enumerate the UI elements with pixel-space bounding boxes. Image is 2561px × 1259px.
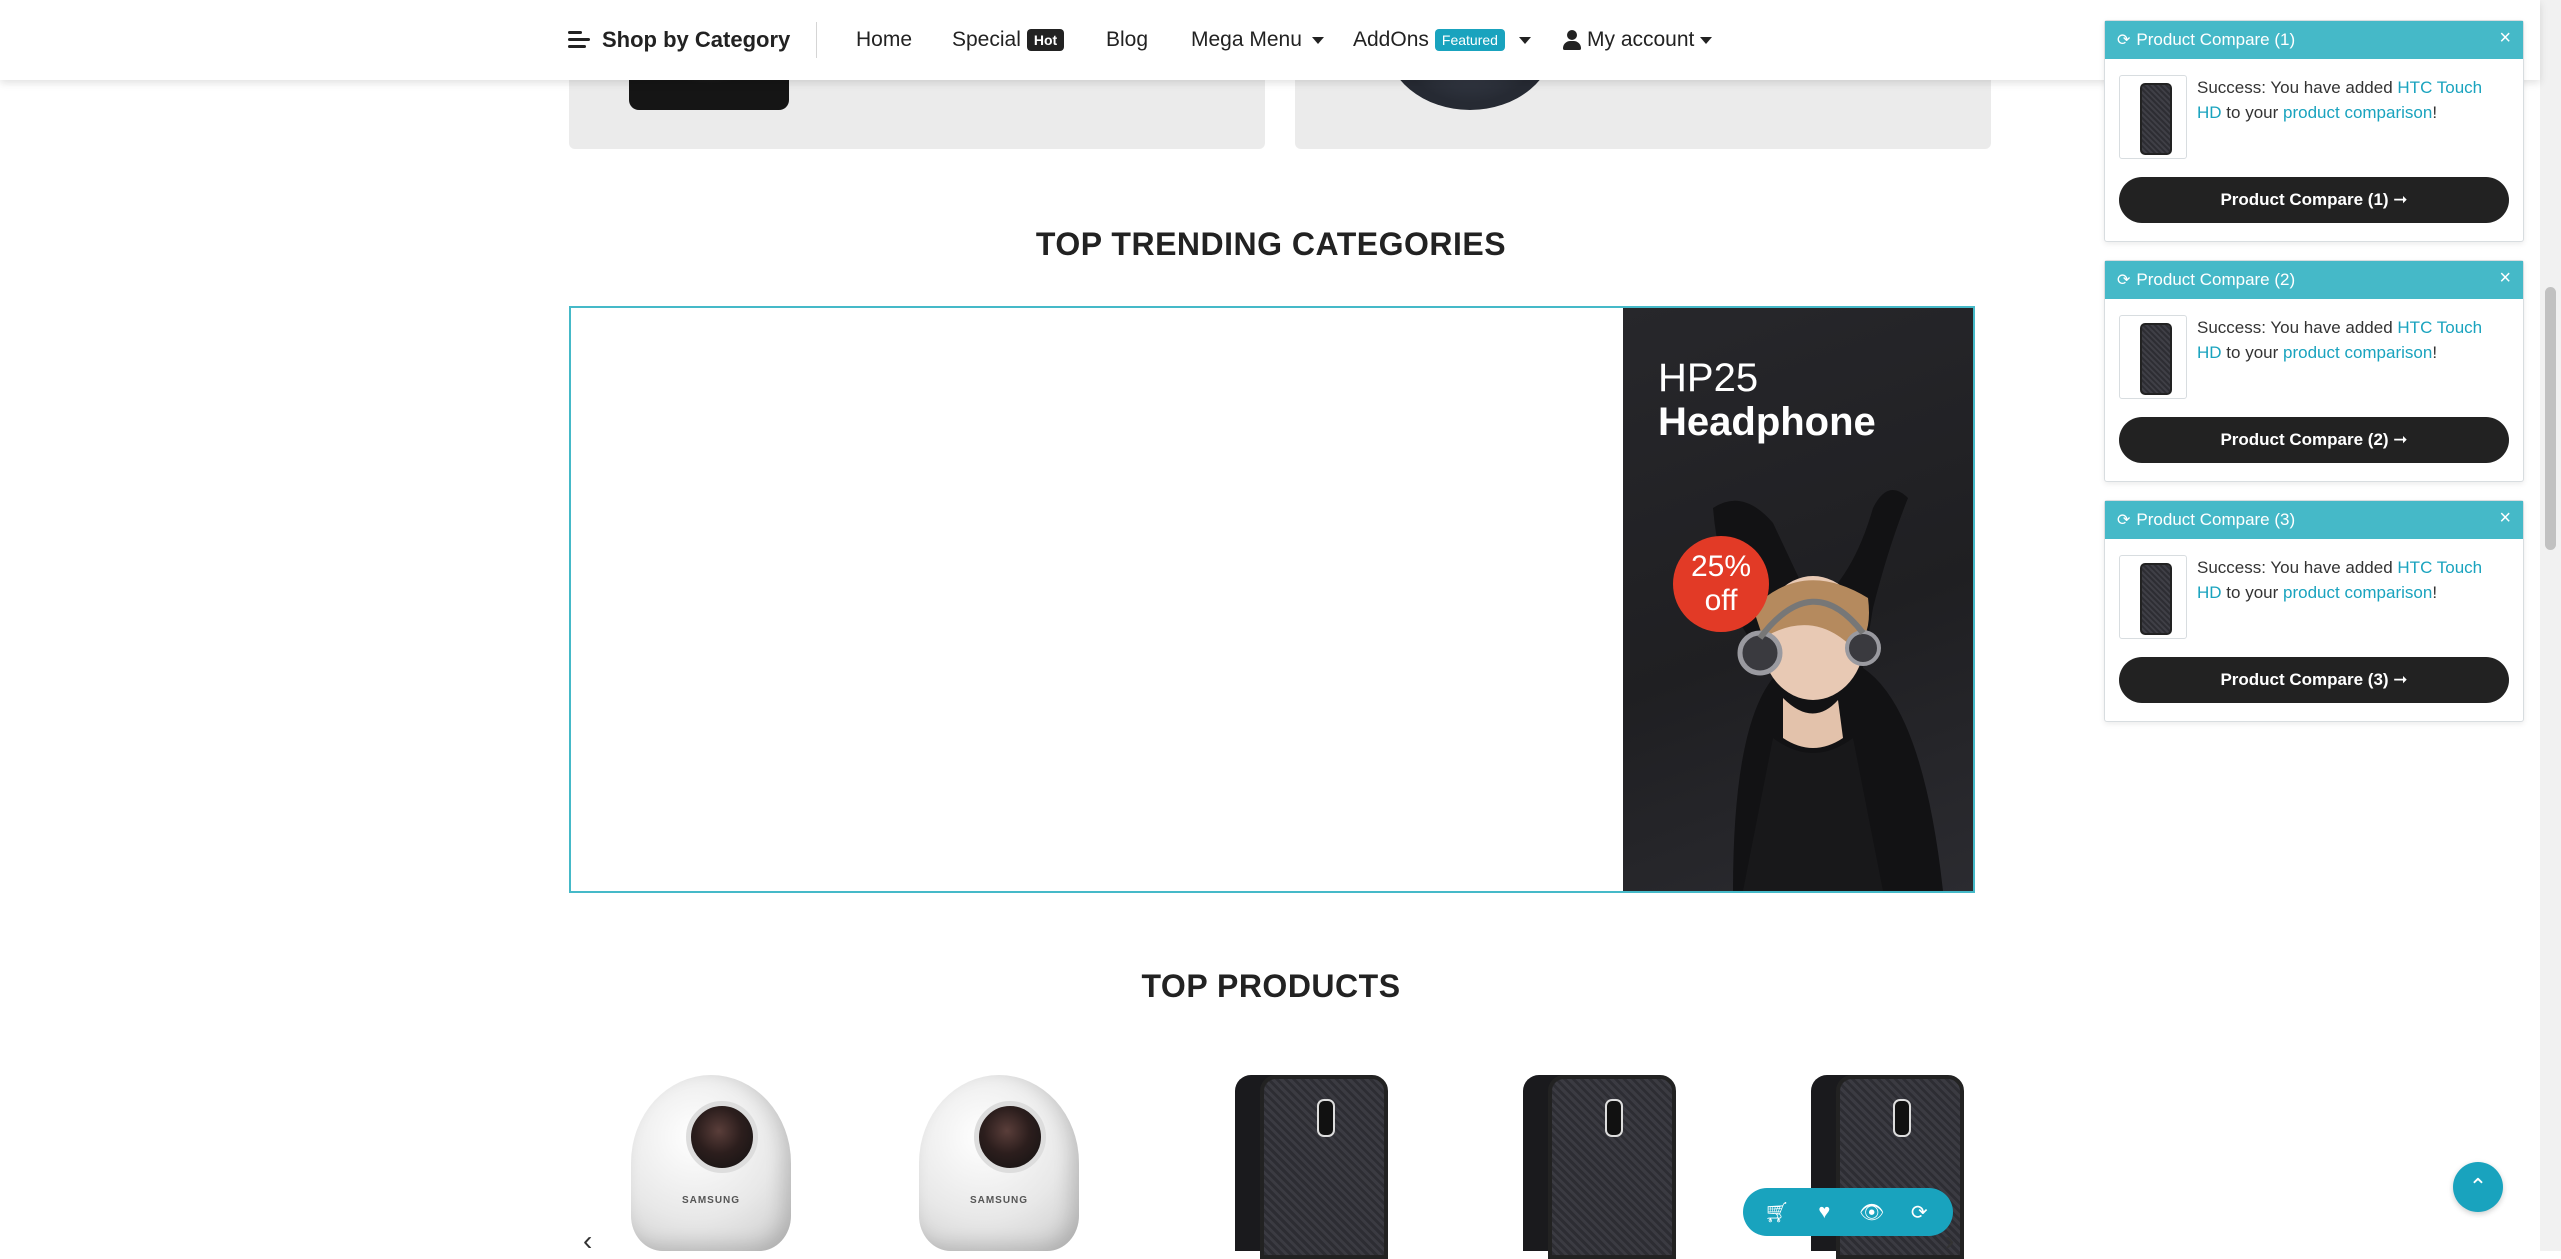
toast-message: Success: You have added HTC Touch HD to …: [2197, 75, 2509, 125]
user-icon: [1563, 30, 1581, 50]
sync-icon[interactable]: ⟳: [1902, 1195, 1936, 1229]
compare-toast: ⟳ Product Compare (2) × Success: You hav…: [2104, 260, 2524, 482]
compare-toast: ⟳ Product Compare (1) × Success: You hav…: [2104, 20, 2524, 242]
discount-badge: 25% off: [1673, 536, 1769, 632]
page-scrollbar-thumb[interactable]: [2545, 287, 2556, 550]
toast-header: ⟳ Product Compare (2) ×: [2105, 261, 2523, 299]
shop-by-category-label: Shop by Category: [602, 27, 791, 52]
product-thumbnail: [2119, 75, 2187, 159]
hot-badge: Hot: [1026, 29, 1065, 51]
toast-msg-text: to your: [2226, 343, 2279, 362]
toast-msg-text: to your: [2226, 103, 2279, 122]
sync-icon: ⟳: [2117, 272, 2131, 289]
toast-msg-text: Success: You have added: [2197, 558, 2393, 577]
toast-title: Product Compare (1): [2136, 30, 2296, 49]
page-scrollbar-track[interactable]: [2540, 0, 2561, 1251]
nav-addons[interactable]: AddOns Featured: [1353, 24, 1531, 56]
nav-home[interactable]: Home: [856, 24, 912, 56]
product-brand-text: SAMSUNG: [969, 1195, 1029, 1206]
nav-my-account[interactable]: My account: [1563, 24, 1713, 56]
nav-special-label: Special: [952, 28, 1021, 51]
headphone-promo-banner[interactable]: HP25 Headphone 25% off: [1623, 308, 1973, 891]
chevron-up-icon: ⌃: [2468, 1174, 2488, 1199]
toast-title: Product Compare (3): [2136, 510, 2296, 529]
toast-body: Success: You have added HTC Touch HD to …: [2105, 59, 2523, 241]
close-icon[interactable]: ×: [2499, 267, 2511, 290]
back-to-top-button[interactable]: ⌃: [2453, 1162, 2503, 1212]
trending-categories-box: HP25 Headphone 25% off: [569, 306, 1975, 893]
discount-unit: off: [1704, 584, 1738, 617]
chevron-down-icon: [1700, 36, 1713, 44]
nav-mega-menu[interactable]: Mega Menu: [1191, 24, 1324, 56]
product-image: [1548, 1075, 1676, 1259]
product-card[interactable]: SAMSUNG: [857, 1040, 1117, 1251]
discount-value: 25%: [1690, 550, 1752, 583]
toast-header: ⟳ Product Compare (3) ×: [2105, 501, 2523, 539]
close-icon[interactable]: ×: [2499, 507, 2511, 530]
toast-body: Success: You have added HTC Touch HD to …: [2105, 299, 2523, 481]
shop-by-category-button[interactable]: Shop by Category: [568, 24, 790, 56]
product-compare-button[interactable]: Product Compare (2) ➞: [2119, 417, 2509, 463]
nav-home-label: Home: [856, 28, 913, 51]
nav-blog-label: Blog: [1106, 28, 1149, 51]
cart-icon[interactable]: 🛒︎: [1760, 1195, 1794, 1229]
menu-icon: [568, 31, 590, 49]
toast-msg-text: to your: [2226, 583, 2279, 602]
toast-body: Success: You have added HTC Touch HD to …: [2105, 539, 2523, 721]
nav-divider: [816, 22, 817, 58]
product-compare-button[interactable]: Product Compare (3) ➞: [2119, 657, 2509, 703]
toast-msg-text: !: [2432, 103, 2438, 122]
carousel-next-icon[interactable]: ›: [1945, 1225, 1954, 1257]
products-section-title: TOP PRODUCTS: [1141, 968, 1401, 1004]
product-image: SAMSUNG: [631, 1075, 791, 1251]
featured-badge: Featured: [1434, 29, 1505, 51]
toast-title: Product Compare (2): [2136, 270, 2296, 289]
product-thumbnail: [2119, 315, 2187, 399]
chevron-down-icon: [1518, 36, 1531, 44]
nav-mega-menu-label: Mega Menu: [1191, 28, 1302, 51]
product-brand-text: SAMSUNG: [681, 1195, 741, 1206]
toast-header: ⟳ Product Compare (1) ×: [2105, 21, 2523, 59]
product-card[interactable]: [1145, 1040, 1405, 1259]
carousel-prev-icon[interactable]: ‹: [583, 1225, 592, 1257]
sync-icon: ⟳: [2117, 512, 2131, 529]
sync-icon: ⟳: [2117, 32, 2131, 49]
heart-icon[interactable]: ♥: [1807, 1195, 1841, 1229]
eye-icon[interactable]: 👁︎: [1855, 1195, 1889, 1229]
nav-my-account-label: My account: [1587, 28, 1695, 51]
trending-section-title: TOP TRENDING CATEGORIES: [1035, 226, 1507, 262]
toast-msg-text: Success: You have added: [2197, 78, 2393, 97]
compare-toast: ⟳ Product Compare (3) × Success: You hav…: [2104, 500, 2524, 722]
chevron-down-icon: [1311, 36, 1324, 44]
product-thumbnail: [2119, 555, 2187, 639]
product-action-bar: 🛒︎ ♥ 👁︎ ⟳: [1743, 1188, 1953, 1236]
close-icon[interactable]: ×: [2499, 27, 2511, 50]
nav-addons-label: AddOns: [1353, 28, 1429, 51]
nav-blog[interactable]: Blog: [1106, 24, 1148, 56]
comparison-link[interactable]: product comparison: [2283, 583, 2432, 602]
product-compare-button[interactable]: Product Compare (1) ➞: [2119, 177, 2509, 223]
product-image: [1260, 1075, 1388, 1259]
nav-special[interactable]: Special Hot: [952, 24, 1065, 56]
comparison-link[interactable]: product comparison: [2283, 343, 2432, 362]
toast-msg-text: !: [2432, 343, 2438, 362]
toast-msg-text: !: [2432, 583, 2438, 602]
comparison-link[interactable]: product comparison: [2283, 103, 2432, 122]
toast-message: Success: You have added HTC Touch HD to …: [2197, 555, 2509, 605]
toast-msg-text: Success: You have added: [2197, 318, 2393, 337]
product-card[interactable]: [1433, 1040, 1693, 1259]
product-image: SAMSUNG: [919, 1075, 1079, 1251]
toast-message: Success: You have added HTC Touch HD to …: [2197, 315, 2509, 365]
product-card[interactable]: SAMSUNG: [569, 1040, 829, 1251]
